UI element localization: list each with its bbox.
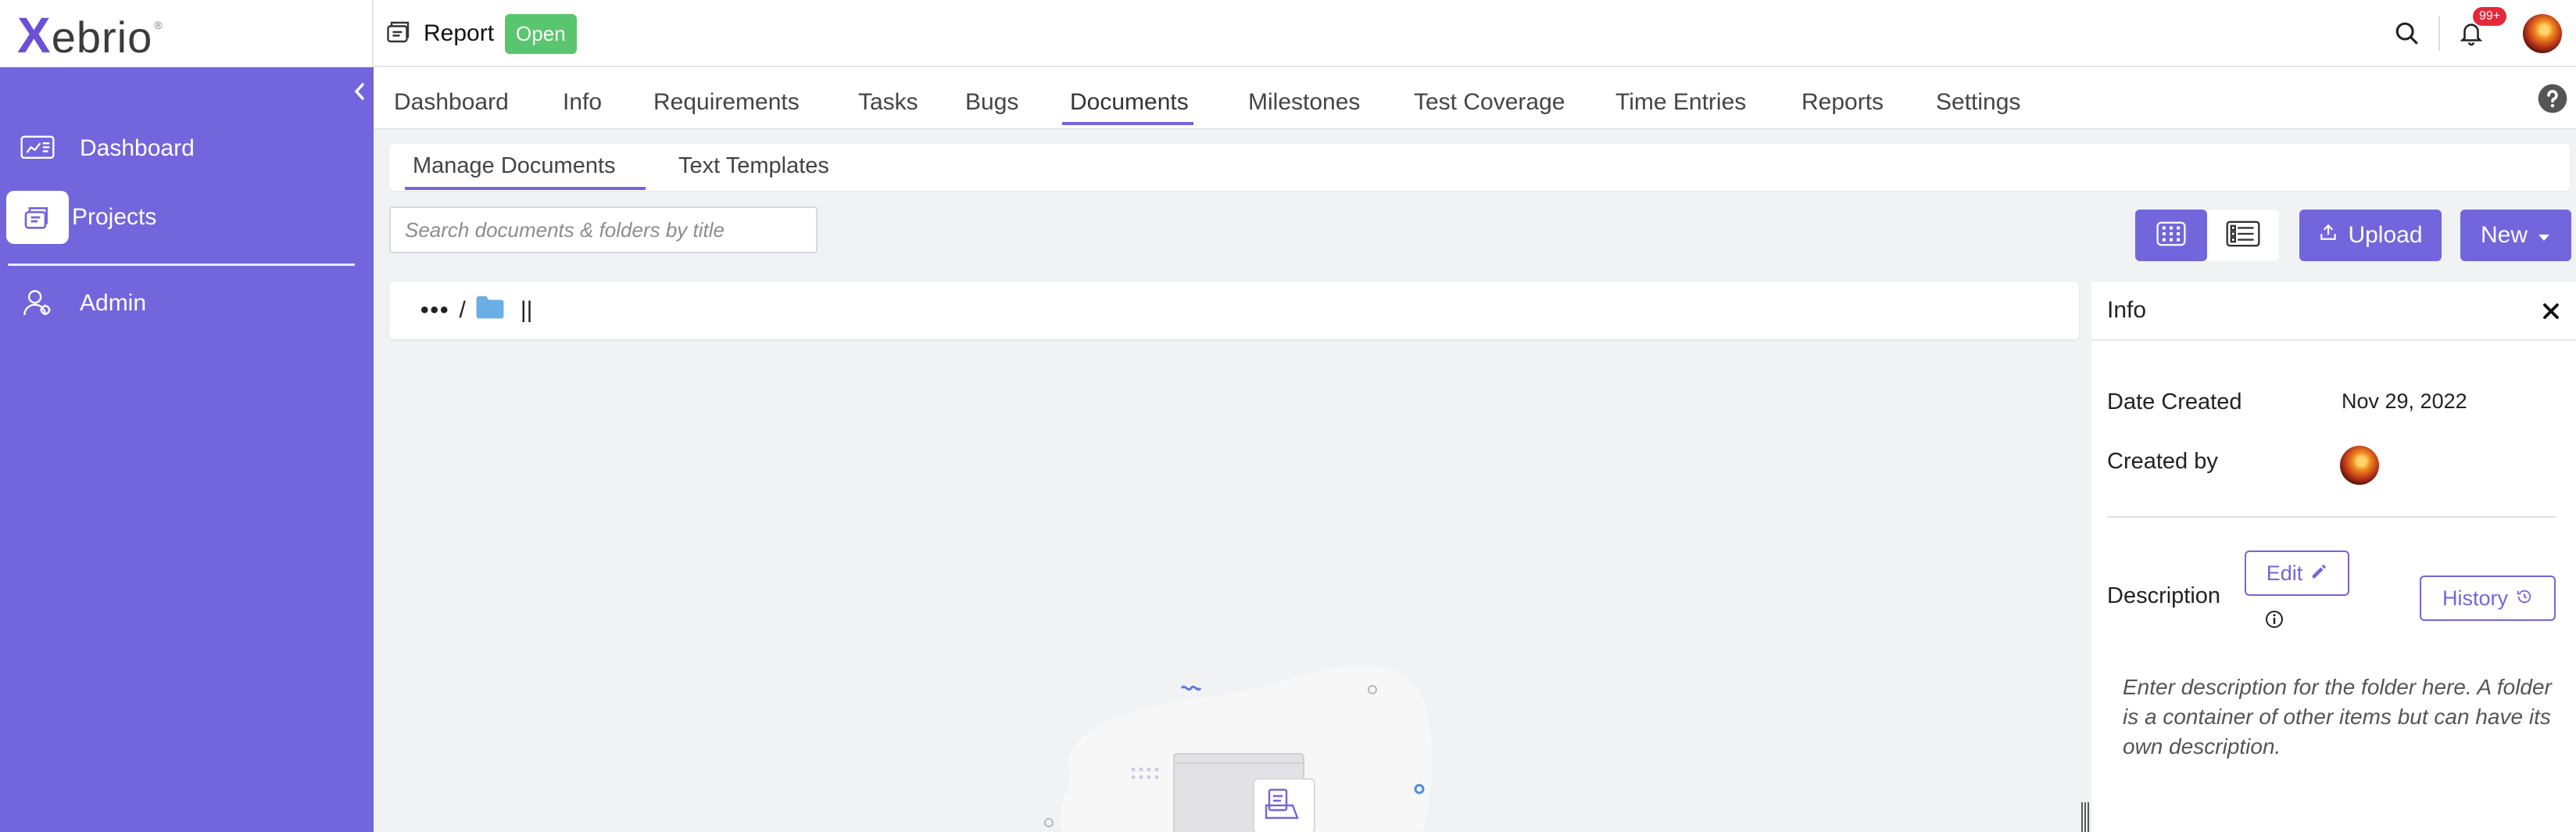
tab-bugs[interactable]: Bugs <box>965 89 1018 116</box>
admin-icon <box>19 285 56 322</box>
info-divider <box>2107 516 2556 518</box>
top-header: Xebrio ® Report Open 99+ <box>0 0 2576 67</box>
folder-icon <box>475 295 505 326</box>
sidebar-item-label: Projects <box>72 204 157 230</box>
close-icon[interactable] <box>2538 299 2563 324</box>
info-icon[interactable] <box>2265 610 2284 629</box>
sidebar-divider <box>8 264 355 266</box>
date-created-value: Nov 29, 2022 <box>2342 389 2467 413</box>
user-avatar[interactable] <box>2523 14 2562 53</box>
breadcrumb: ••• / || <box>389 282 2079 339</box>
sidebar: Dashboard Projects Admin <box>0 67 374 832</box>
projects-icon <box>6 191 69 244</box>
created-by-label: Created by <box>2107 449 2218 474</box>
document-search-input[interactable] <box>389 206 818 253</box>
logo-registered: ® <box>154 19 163 31</box>
list-view-icon <box>2226 221 2260 251</box>
notification-bell-icon[interactable]: 99+ <box>2456 7 2507 49</box>
caret-down-icon <box>2537 222 2551 249</box>
new-dropdown-button[interactable]: New <box>2460 210 2571 261</box>
notification-count-badge: 99+ <box>2473 7 2507 26</box>
project-tab-nav: Dashboard Info Requirements Tasks Bugs D… <box>374 67 2576 130</box>
empty-folder-illustration <box>1032 657 1438 832</box>
active-tab-indicator <box>1062 122 1193 125</box>
tab-settings[interactable]: Settings <box>1936 89 2020 116</box>
header-divider <box>2438 16 2440 51</box>
document-subtabs: Manage Documents Text Templates <box>389 144 2570 191</box>
subtab-text-templates[interactable]: Text Templates <box>678 153 829 179</box>
history-button[interactable]: History <box>2420 576 2556 621</box>
history-icon <box>2516 586 2533 611</box>
project-name[interactable]: Report <box>424 20 494 47</box>
breadcrumb-separator: / <box>459 297 466 323</box>
logo-x: X <box>17 7 52 63</box>
header-actions: 99+ <box>2392 0 2576 67</box>
collapse-sidebar-icon[interactable] <box>350 80 369 103</box>
upload-button[interactable]: Upload <box>2299 210 2442 261</box>
creator-avatar[interactable] <box>2340 446 2379 485</box>
view-mode-toggle <box>2135 210 2279 261</box>
upload-icon <box>2318 222 2338 249</box>
tab-info[interactable]: Info <box>563 89 602 116</box>
sidebar-item-label: Dashboard <box>80 135 195 161</box>
tab-documents[interactable]: Documents <box>1070 89 1189 116</box>
grid-view-icon <box>2156 221 2186 250</box>
info-panel: Info Date Created Nov 29, 2022 Created b… <box>2091 282 2576 832</box>
info-panel-header: Info <box>2091 282 2576 341</box>
grid-view-button[interactable] <box>2135 210 2207 261</box>
sidebar-item-admin[interactable]: Admin <box>19 285 146 322</box>
history-label: History <box>2442 586 2508 610</box>
tab-time-entries[interactable]: Time Entries <box>1615 89 1746 116</box>
pencil-icon <box>2310 561 2327 586</box>
edit-description-button[interactable]: Edit <box>2245 550 2349 596</box>
folder-icon <box>385 18 413 50</box>
edit-label: Edit <box>2266 561 2303 585</box>
tab-test-coverage[interactable]: Test Coverage <box>1414 89 1565 116</box>
active-subtab-indicator <box>405 187 646 190</box>
date-created-label: Date Created <box>2107 389 2242 414</box>
tab-reports[interactable]: Reports <box>1801 89 1884 116</box>
tab-tasks[interactable]: Tasks <box>858 89 918 116</box>
sidebar-item-dashboard[interactable]: Dashboard <box>19 130 195 167</box>
list-view-button[interactable] <box>2207 210 2279 261</box>
new-label: New <box>2480 222 2528 248</box>
panel-resize-handle[interactable] <box>2080 802 2090 832</box>
upload-label: Upload <box>2348 222 2423 248</box>
xebrio-logo[interactable]: Xebrio ® <box>17 6 163 64</box>
breadcrumb-ellipsis[interactable]: ••• <box>420 297 450 324</box>
logo-area: Xebrio ® <box>0 0 374 67</box>
logo-text: ebrio <box>51 13 153 62</box>
tab-dashboard[interactable]: Dashboard <box>394 89 509 116</box>
dashboard-icon <box>19 130 56 167</box>
help-icon[interactable] <box>2537 83 2568 114</box>
tab-milestones[interactable]: Milestones <box>1248 89 1360 116</box>
folder-description-text[interactable]: Enter description for the folder here. A… <box>2123 672 2553 762</box>
breadcrumb-current-folder[interactable]: || <box>521 297 533 324</box>
sidebar-item-projects[interactable]: Projects <box>6 191 157 244</box>
search-icon[interactable] <box>2392 18 2423 49</box>
info-panel-title: Info <box>2107 297 2147 323</box>
sidebar-item-label: Admin <box>80 290 147 316</box>
project-title-area: Report Open <box>385 11 577 56</box>
status-badge: Open <box>505 13 577 54</box>
description-label: Description <box>2107 583 2221 608</box>
subtab-manage-documents[interactable]: Manage Documents <box>413 153 616 179</box>
tab-requirements[interactable]: Requirements <box>653 89 800 116</box>
